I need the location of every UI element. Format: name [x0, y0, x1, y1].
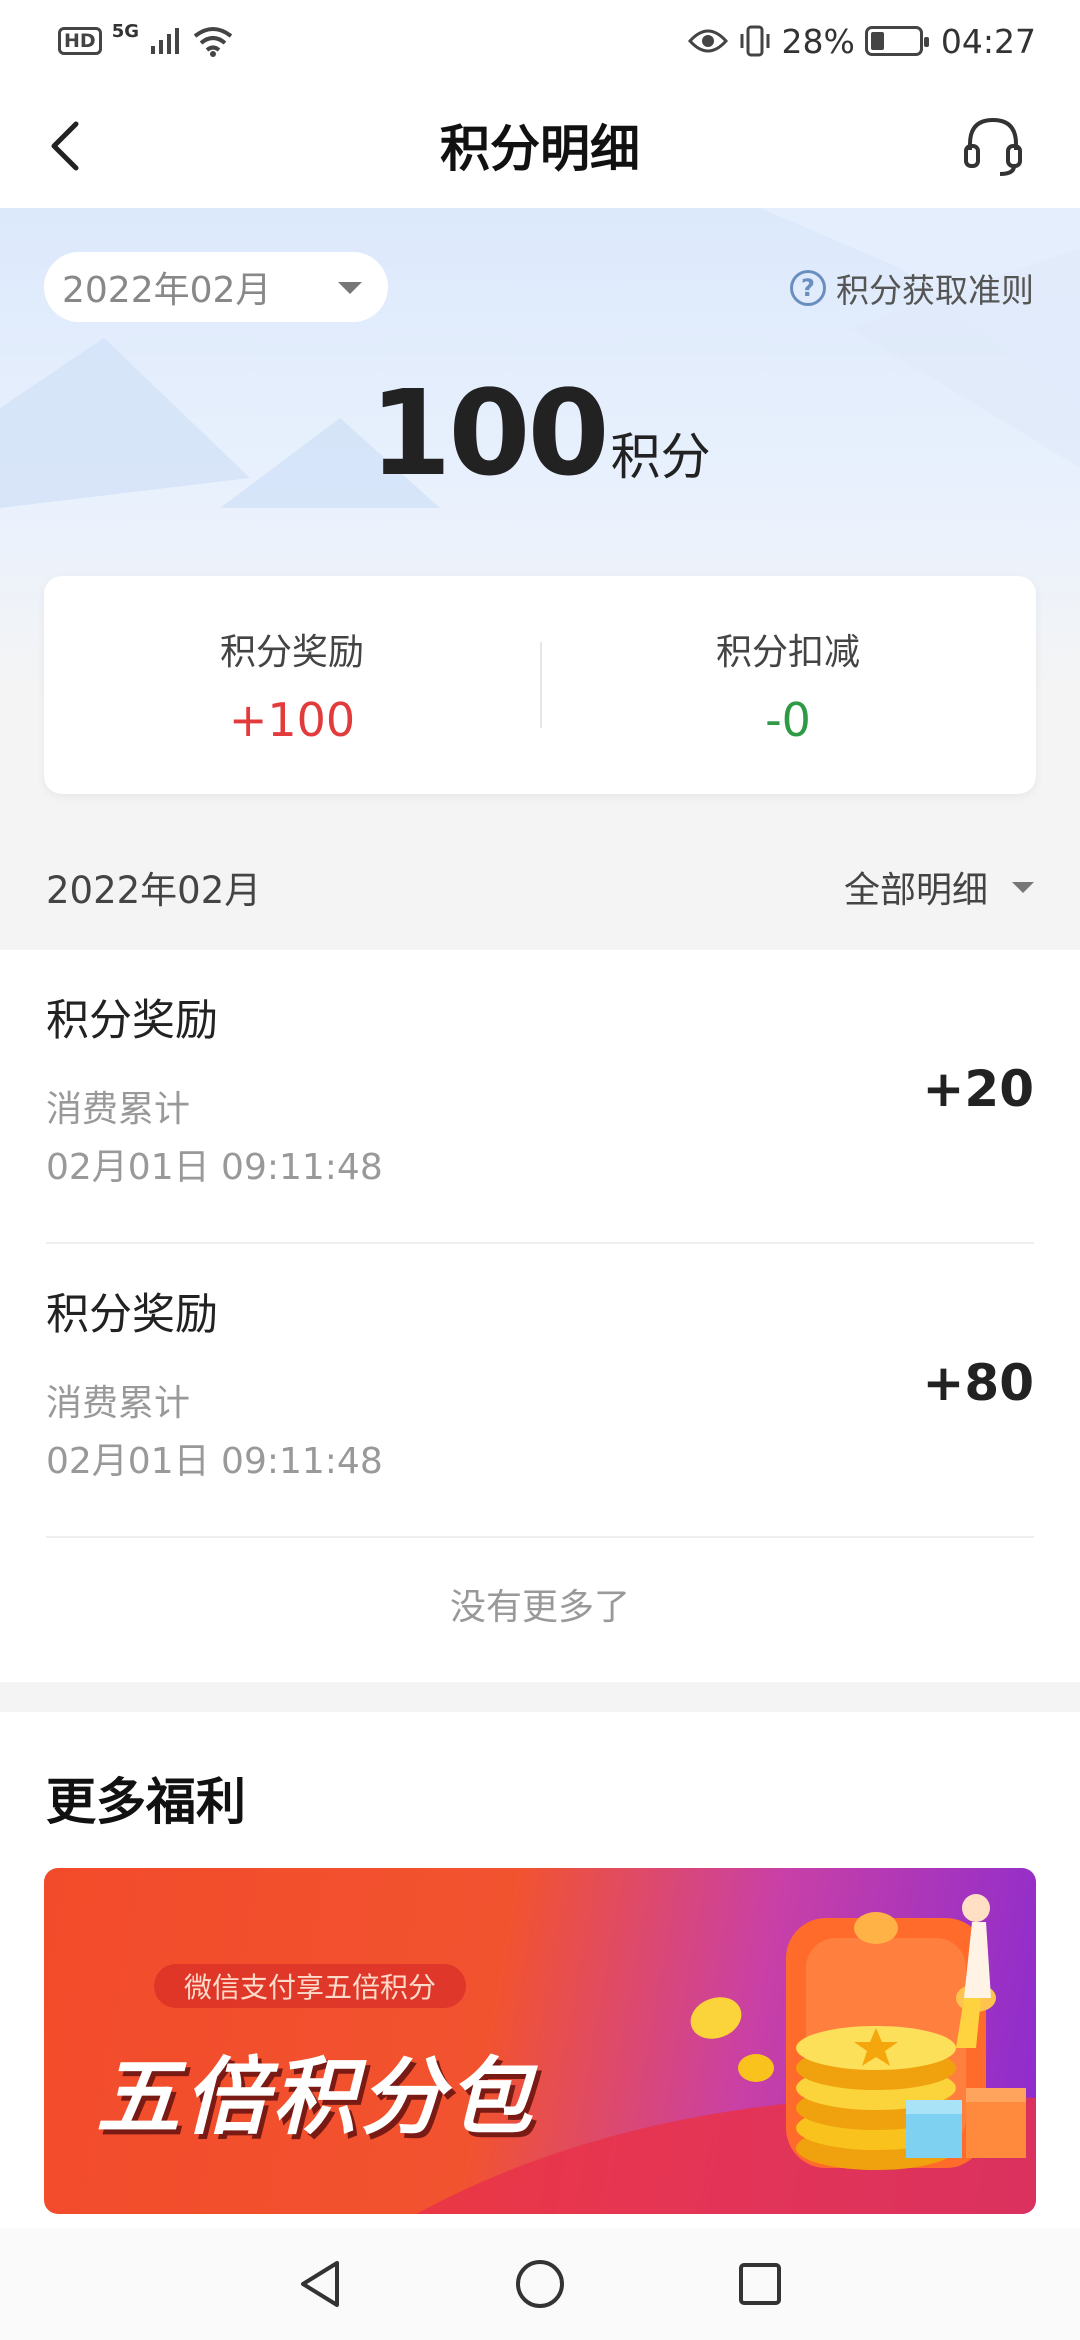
battery-percent: 28% [781, 21, 855, 61]
record-time: 02月01日 09:11:48 [46, 1441, 383, 1482]
eye-icon [687, 29, 728, 53]
record-amount: +80 [922, 1354, 1034, 1412]
clock: 04:27 [940, 21, 1036, 61]
battery-icon [864, 26, 929, 56]
month-selector-label: 2022年02月 [62, 270, 272, 311]
record-title: 积分奖励 [46, 996, 218, 1046]
section-title: 更多福利 [46, 1773, 246, 1831]
filter-month: 2022年02月 [46, 869, 262, 912]
nav-recent-button[interactable] [730, 2254, 790, 2314]
wifi-icon [193, 27, 233, 57]
question-circle-icon: ? [790, 270, 826, 306]
square-recent-icon [739, 2263, 781, 2305]
list-item[interactable]: 积分奖励 消费累计 02月01日 09:11:48 +80 [46, 1244, 1034, 1538]
circle-home-icon [516, 2260, 564, 2308]
status-right: 28% 04:27 [687, 21, 1036, 61]
reward-value: +100 [228, 693, 356, 747]
filter-row: 2022年02月 全部明细 [0, 824, 1080, 950]
points-rules-link[interactable]: ? 积分获取准则 [790, 264, 1034, 312]
month-selector[interactable]: 2022年02月 [44, 252, 388, 322]
signal-icon [151, 28, 179, 54]
detail-type-filter[interactable]: 全部明细 [844, 861, 1034, 913]
deduct-value: -0 [765, 693, 811, 747]
back-button[interactable] [40, 112, 100, 178]
record-description: 消费累计 [46, 1383, 191, 1424]
detail-type-label: 全部明细 [843, 870, 988, 911]
list-item[interactable]: 积分奖励 消费累计 02月01日 09:11:48 +20 [46, 950, 1034, 1244]
system-navigation-bar [0, 2228, 1080, 2340]
status-left: HD 5G [58, 21, 233, 57]
balance-value: 100 [369, 364, 609, 502]
battery-fill [870, 32, 884, 50]
record-time: 02月01日 09:11:48 [46, 1147, 383, 1188]
chevron-left-icon [51, 121, 79, 171]
balance-unit: 积分 [610, 428, 711, 486]
points-summary-card: 积分奖励 +100 积分扣减 -0 [44, 576, 1036, 794]
five-times-points-banner[interactable]: 微信支付享五倍积分 五倍积分包 [44, 1868, 1036, 2214]
deduct-label: 积分扣减 [715, 632, 860, 673]
triangle-back-icon [301, 2261, 339, 2307]
summary-divider [540, 642, 542, 728]
no-more-text: 没有更多了 [449, 1587, 630, 1628]
record-amount: +20 [922, 1060, 1034, 1118]
reward-summary: 积分奖励 +100 [44, 576, 540, 794]
deduct-summary: 积分扣减 -0 [540, 576, 1036, 794]
banner-headline: 五倍积分包 [96, 2048, 537, 2146]
points-record-list: 积分奖励 消费累计 02月01日 09:11:48 +20 积分奖励 消费累计 … [0, 950, 1080, 1682]
caret-down-icon [1012, 881, 1034, 893]
more-benefits-section: 更多福利 微信支付享五倍积分 五倍积分包 [0, 1712, 1080, 2232]
nav-home-button[interactable] [510, 2254, 570, 2314]
vibrate-icon [740, 25, 770, 57]
customer-service-button[interactable] [960, 112, 1026, 178]
app-header: 积分明细 [0, 82, 1080, 208]
nav-back-button[interactable] [290, 2254, 350, 2314]
caret-down-icon [338, 282, 362, 294]
rules-link-label: 积分获取准则 [836, 271, 1034, 310]
reward-label: 积分奖励 [219, 632, 364, 673]
status-bar: HD 5G 28% 04:27 [0, 0, 1080, 82]
network-type: 5G [111, 20, 139, 42]
headset-icon [964, 117, 1022, 176]
points-balance: 100积分 [0, 364, 1080, 502]
record-description: 消费累计 [46, 1089, 191, 1130]
record-title: 积分奖励 [46, 1290, 218, 1340]
banner-tag: 微信支付享五倍积分 [154, 1964, 467, 2008]
page-title: 积分明细 [440, 120, 640, 178]
hd-badge: HD [58, 27, 102, 55]
